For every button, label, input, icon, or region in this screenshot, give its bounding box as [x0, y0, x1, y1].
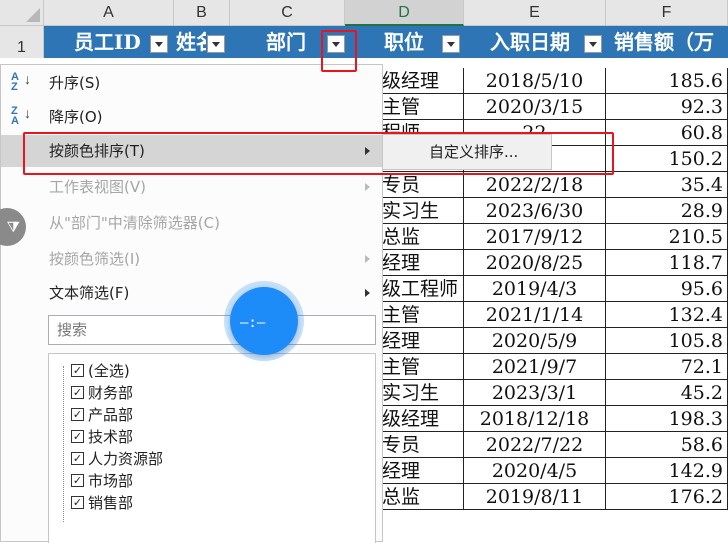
cell-date[interactable]: 2017/9/12 [464, 224, 606, 250]
cell-position[interactable]: 级工程师 [382, 276, 464, 302]
cell-sales[interactable]: 105.8 [606, 328, 728, 354]
cell-position[interactable]: 级经理 [382, 406, 464, 432]
cell-position[interactable]: 主管 [382, 94, 464, 120]
cell-date[interactable]: 2021/1/14 [464, 302, 606, 328]
cell-sales[interactable]: 35.4 [606, 172, 728, 198]
menu-label: 按颜色筛选(I) [49, 250, 141, 268]
header-position: 职位 [384, 30, 424, 54]
circle-label: —:— [240, 315, 266, 331]
checkbox[interactable]: ✓ [71, 364, 84, 377]
cell-position[interactable]: 经理 [382, 458, 464, 484]
menu-label: 降序(O) [49, 108, 103, 126]
cell-date[interactable]: 2020/8/25 [464, 250, 606, 276]
checkbox[interactable]: ✓ [71, 474, 84, 487]
cell-sales[interactable]: 60.8 [606, 120, 728, 146]
cell-date[interactable]: 2023/3/1 [464, 380, 606, 406]
menu-filter-by-color: 按颜色筛选(I) [1, 243, 382, 275]
cell-sales[interactable]: 150.2 [606, 146, 728, 172]
cell-position[interactable]: 总监 [382, 484, 464, 510]
cell-position[interactable]: 经理 [382, 250, 464, 276]
cell-position[interactable]: 总监 [382, 224, 464, 250]
cell-date[interactable]: 2020/5/9 [464, 328, 606, 354]
col-header-f[interactable]: F [606, 0, 728, 26]
header-employee-id: 员工ID [74, 30, 141, 54]
cell-date[interactable]: 2022/7/22 [464, 432, 606, 458]
cell-date[interactable]: 2018/12/18 [464, 406, 606, 432]
menu-text-filter[interactable]: 文本筛选(F) [1, 277, 382, 309]
cell-position[interactable]: 主管 [382, 354, 464, 380]
col-header-d[interactable]: D [345, 0, 464, 26]
menu-label: 从"部门"中清除筛选器(C) [49, 214, 220, 232]
select-all-corner[interactable] [0, 0, 44, 26]
header-name: 姓名 [176, 30, 206, 54]
cell-sales[interactable]: 28.9 [606, 198, 728, 224]
checkbox[interactable]: ✓ [71, 452, 84, 465]
submenu-arrow-icon [365, 183, 370, 191]
cell-sales[interactable]: 132.4 [606, 302, 728, 328]
cell-date[interactable]: 2020/3/15 [464, 94, 606, 120]
cell-sales[interactable]: 142.9 [606, 458, 728, 484]
cell-position[interactable]: 专员 [382, 432, 464, 458]
sort-ascending-icon: A Z ↓ [11, 71, 31, 93]
sort-descending-icon: Z A ↓ [11, 105, 31, 127]
col-header-a[interactable]: A [44, 0, 174, 26]
cell-sales[interactable]: 118.7 [606, 250, 728, 276]
filter-dropdown-e[interactable] [584, 35, 602, 53]
cell-sales[interactable]: 176.2 [606, 484, 728, 510]
row-header-1[interactable]: 1 [0, 26, 44, 58]
filter-dropdown-b[interactable] [207, 35, 225, 53]
checkbox[interactable]: ✓ [71, 386, 84, 399]
cell-sales[interactable]: 95.6 [606, 276, 728, 302]
col-header-c[interactable]: C [230, 0, 345, 26]
filter-checklist: ✓ (全选) ✓ 财务部 ✓ 产品部 ✓ 技术部 ✓ 人力资源部 ✓ 市场部 ✓ 销售部 [48, 353, 376, 543]
cell-date[interactable]: 2022/2/18 [464, 172, 606, 198]
cell-date[interactable]: 2018/5/10 [464, 68, 606, 94]
cell-date[interactable]: 2023/6/30 [464, 198, 606, 224]
tree-guide-line [63, 366, 65, 522]
cell-sales[interactable]: 185.6 [606, 68, 728, 94]
cell-date[interactable]: 2019/4/3 [464, 276, 606, 302]
cell-sales[interactable]: 72.1 [606, 354, 728, 380]
cell-sales[interactable]: 198.3 [606, 406, 728, 432]
cell-position[interactable]: 主管 [382, 302, 464, 328]
cell-sales[interactable]: 210.5 [606, 224, 728, 250]
cell-position[interactable]: 级经理 [382, 68, 464, 94]
cell-date[interactable]: 2020/4/5 [464, 458, 606, 484]
checkbox[interactable]: ✓ [71, 496, 84, 509]
filter-search-input[interactable]: 搜索 [48, 315, 376, 345]
filter-dropdown-d[interactable] [442, 35, 460, 53]
menu-label: 工作表视图(V) [49, 178, 146, 196]
col-header-b[interactable]: B [174, 0, 230, 26]
menu-sheet-view: 工作表视图(V) [1, 171, 382, 203]
header-hire-date: 入职日期 [490, 30, 570, 54]
menu-sort-descending[interactable]: Z A ↓ 降序(O) [1, 101, 382, 133]
menu-clear-filter: 从"部门"中清除筛选器(C) [1, 207, 382, 239]
submenu-arrow-icon [365, 289, 370, 297]
highlight-sort-by-color-row [23, 132, 614, 175]
col-header-e[interactable]: E [464, 0, 606, 26]
cell-position[interactable]: 经理 [382, 328, 464, 354]
cell-date[interactable]: 2019/8/11 [464, 484, 606, 510]
checkbox[interactable]: ✓ [71, 430, 84, 443]
floating-assistant-button[interactable]: —:— [230, 287, 298, 355]
checkbox[interactable]: ✓ [71, 408, 84, 421]
filter-dropdown-a[interactable] [150, 35, 168, 53]
cell-sales[interactable]: 58.6 [606, 432, 728, 458]
header-sales: 销售额（万 [614, 30, 714, 54]
highlight-filter-button [321, 30, 357, 72]
header-department: 部门 [266, 30, 306, 54]
menu-label: 升序(S) [49, 74, 101, 92]
menu-label: 文本筛选(F) [49, 284, 130, 302]
cell-position[interactable]: 实习生 [382, 198, 464, 224]
submenu-arrow-icon [365, 255, 370, 263]
cell-sales[interactable]: 92.3 [606, 94, 728, 120]
cell-sales[interactable]: 45.2 [606, 380, 728, 406]
cell-position[interactable]: 实习生 [382, 380, 464, 406]
cell-date[interactable]: 2021/9/7 [464, 354, 606, 380]
cell-position[interactable]: 专员 [382, 172, 464, 198]
